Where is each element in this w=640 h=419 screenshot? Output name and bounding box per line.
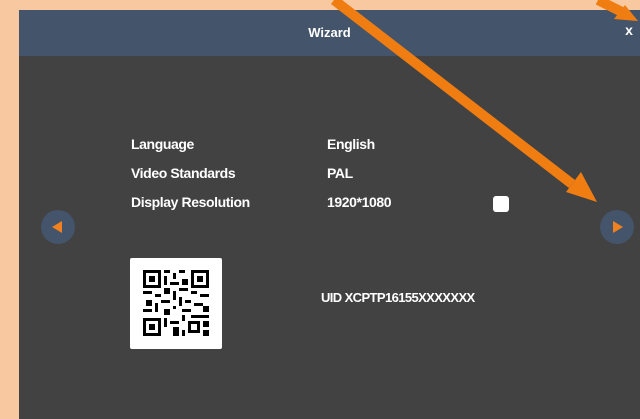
qr-code-icon <box>143 270 209 336</box>
setting-value-display-resolution[interactable]: 1920*1080 <box>327 194 392 210</box>
title-bar: Wizard x <box>19 10 640 56</box>
prev-page-button[interactable] <box>41 210 75 244</box>
qr-code <box>130 258 222 349</box>
setting-label-display-resolution: Display Resolution <box>131 194 250 210</box>
device-uid: UID XCPTP16155XXXXXXX <box>321 290 475 305</box>
setting-value-video-standards[interactable]: PAL <box>327 165 353 181</box>
setting-label-video-standards: Video Standards <box>131 165 236 181</box>
setting-value-language[interactable]: English <box>327 136 375 152</box>
left-triangle-icon <box>52 221 62 233</box>
display-resolution-checkbox[interactable] <box>493 196 509 212</box>
right-triangle-icon <box>613 221 623 233</box>
next-page-button[interactable] <box>600 210 634 244</box>
close-button[interactable]: x <box>620 19 638 41</box>
wizard-dialog: Wizard x Language English Video Standard… <box>19 10 640 419</box>
setting-label-language: Language <box>131 136 194 152</box>
window-title: Wizard <box>308 25 351 40</box>
